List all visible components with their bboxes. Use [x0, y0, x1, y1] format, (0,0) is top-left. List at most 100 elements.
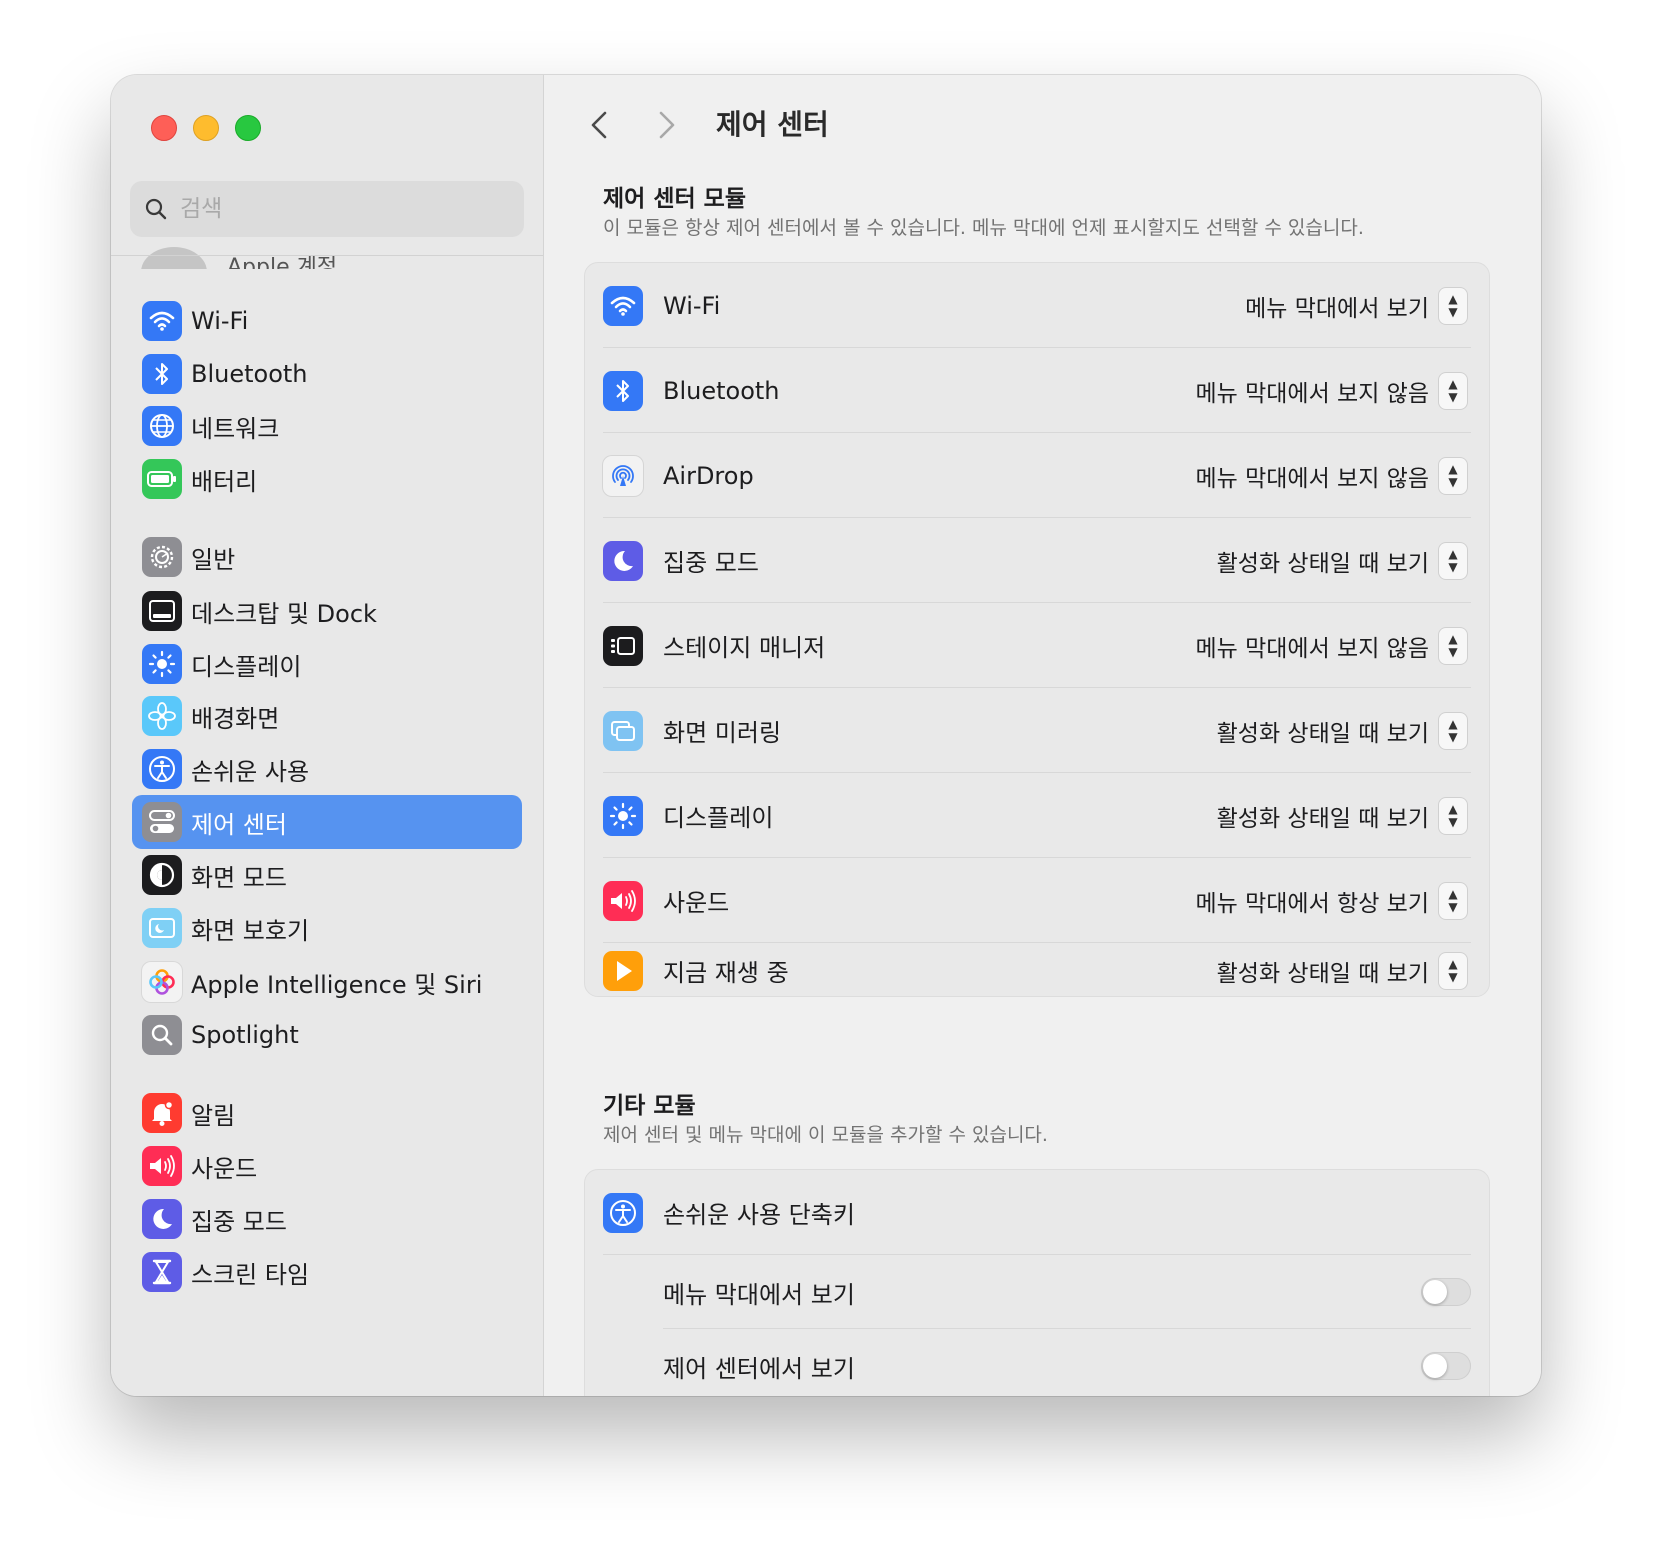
sidebar-item-control-center[interactable]: 제어 센터 — [132, 795, 522, 849]
show-in-control-center-toggle[interactable] — [1421, 1352, 1471, 1380]
flower-icon — [142, 696, 182, 736]
sidebar-divider — [111, 255, 543, 256]
module-label: Bluetooth — [663, 376, 780, 405]
sidebar-item-bluetooth[interactable]: Bluetooth — [132, 347, 522, 401]
magnifier-icon — [142, 1015, 182, 1055]
gear-icon — [142, 537, 182, 577]
module-row-now-playing: 지금 재생 중 활성화 상태일 때 보기 ▲ ▼ — [585, 943, 1489, 998]
hourglass-icon — [142, 1252, 182, 1292]
sidebar-item-accessibility[interactable]: 손쉬운 사용 — [132, 742, 522, 796]
sidebar-item-screen-time[interactable]: 스크린 타임 — [132, 1245, 522, 1299]
sidebar-item-spotlight[interactable]: Spotlight — [132, 1008, 522, 1062]
sidebar-item-screen-saver[interactable]: 화면 보호기 — [132, 901, 522, 955]
section-subtitle-cc-modules: 이 모듈은 항상 제어 센터에서 볼 수 있습니다. 메뉴 막대에 언제 표시할… — [603, 217, 1364, 239]
accessibility-icon — [142, 749, 182, 789]
sidebar-item-label: Apple Intelligence 및 Siri — [191, 970, 483, 999]
chevron-updown-icon[interactable]: ▲ ▼ — [1439, 712, 1467, 749]
module-row-bluetooth: Bluetooth 메뉴 막대에서 보지 않음 ▲ ▼ — [585, 348, 1489, 433]
forward-button[interactable] — [652, 105, 682, 145]
chevron-left-icon — [591, 111, 607, 139]
sidebar-item-label: Bluetooth — [191, 360, 308, 388]
bluetooth-icon — [603, 370, 643, 411]
module-visibility-select[interactable]: 활성화 상태일 때 보기 — [1217, 799, 1429, 833]
settings-window: Apple 계정 Wi-Fi Bluetooth — [111, 75, 1541, 1396]
sidebar-item-battery[interactable]: 배터리 — [132, 452, 522, 506]
cc-modules-group: Wi-Fi 메뉴 막대에서 보기 ▲ ▼ Bluetooth 메뉴 막대에서 보지… — [584, 262, 1490, 997]
chevron-updown-icon[interactable]: ▲ ▼ — [1439, 372, 1467, 409]
sun-icon — [142, 644, 182, 684]
search-input[interactable] — [178, 195, 502, 223]
sidebar-item-label: 화면 모드 — [191, 863, 287, 892]
sidebar-item-label: 디스플레이 — [191, 652, 302, 681]
option-row-show-in-control-center: 제어 센터에서 보기 — [585, 1329, 1489, 1396]
chevron-updown-icon[interactable]: ▲ ▼ — [1439, 952, 1467, 989]
chevron-updown-icon[interactable]: ▲ ▼ — [1439, 542, 1467, 579]
sidebar-item-label: 데스크탑 및 Dock — [191, 599, 377, 628]
apple-account-item[interactable]: Apple 계정 — [141, 243, 521, 269]
module-label: Wi-Fi — [663, 291, 721, 320]
chevron-updown-icon[interactable]: ▲ ▼ — [1439, 457, 1467, 494]
show-in-menu-bar-toggle[interactable] — [1421, 1278, 1471, 1306]
module-visibility-select[interactable]: 활성화 상태일 때 보기 — [1217, 954, 1429, 988]
chevron-updown-icon[interactable]: ▲ ▼ — [1439, 882, 1467, 919]
sidebar-item-wifi[interactable]: Wi-Fi — [132, 294, 522, 348]
search-field[interactable] — [130, 181, 524, 237]
module-visibility-select[interactable]: 메뉴 막대에서 보지 않음 — [1195, 374, 1429, 408]
module-visibility-select[interactable]: 메뉴 막대에서 항상 보기 — [1195, 884, 1429, 918]
chevron-updown-icon[interactable]: ▲ ▼ — [1439, 797, 1467, 834]
section-subtitle-other-modules: 제어 센터 및 메뉴 막대에 이 모듈을 추가할 수 있습니다. — [603, 1124, 1048, 1146]
chevron-updown-icon[interactable]: ▲ ▼ — [1439, 627, 1467, 664]
module-row-display: 디스플레이 활성화 상태일 때 보기 ▲ ▼ — [585, 773, 1489, 858]
avatar — [141, 247, 207, 269]
section-title-cc-modules: 제어 센터 모듈 — [603, 186, 746, 212]
module-label: 손쉬운 사용 단축키 — [663, 1201, 855, 1229]
module-visibility-select[interactable]: 메뉴 막대에서 보기 — [1245, 289, 1429, 323]
module-visibility-select[interactable]: 메뉴 막대에서 보지 않음 — [1195, 459, 1429, 493]
stage-manager-icon — [603, 625, 643, 666]
module-row-focus: 집중 모드 활성화 상태일 때 보기 ▲ ▼ — [585, 518, 1489, 603]
sidebar-item-label: Wi-Fi — [191, 307, 249, 335]
module-visibility-select[interactable]: 활성화 상태일 때 보기 — [1217, 714, 1429, 748]
module-visibility-select[interactable]: 메뉴 막대에서 보지 않음 — [1195, 629, 1429, 663]
sidebar-item-display[interactable]: 디스플레이 — [132, 637, 522, 691]
sidebar-item-wallpaper[interactable]: 배경화면 — [132, 689, 522, 743]
module-row-sound: 사운드 메뉴 막대에서 항상 보기 ▲ ▼ — [585, 858, 1489, 943]
airdrop-icon — [603, 455, 643, 496]
zoom-window-button[interactable] — [235, 115, 261, 141]
sidebar-item-notifications[interactable]: 알림 — [132, 1086, 522, 1140]
minimize-window-button[interactable] — [193, 115, 219, 141]
sidebar-item-apple-intelligence-siri[interactable]: Apple Intelligence 및 Siri — [132, 955, 522, 1009]
module-label: 화면 미러링 — [663, 719, 782, 747]
sidebar-item-focus[interactable]: 집중 모드 — [132, 1192, 522, 1246]
bluetooth-icon — [142, 354, 182, 394]
sidebar-item-appearance[interactable]: 화면 모드 — [132, 848, 522, 902]
sidebar-item-label: 배경화면 — [191, 704, 280, 733]
sidebar-item-label: 네트워크 — [191, 414, 280, 443]
wifi-icon — [142, 301, 182, 341]
back-button[interactable] — [584, 105, 614, 145]
chevron-updown-icon[interactable]: ▲ ▼ — [1439, 287, 1467, 324]
apple-account-label: Apple 계정 — [227, 255, 338, 269]
speaker-icon — [603, 880, 643, 921]
siri-icon — [142, 962, 182, 1002]
sidebar-item-label: 손쉬운 사용 — [191, 757, 310, 786]
close-window-button[interactable] — [151, 115, 177, 141]
bell-icon — [142, 1093, 182, 1133]
sidebar-item-label: 스크린 타임 — [191, 1260, 310, 1289]
option-label: 메뉴 막대에서 보기 — [663, 1280, 855, 1309]
accessibility-icon — [603, 1192, 643, 1233]
sidebar-item-general[interactable]: 일반 — [132, 530, 522, 584]
sidebar-item-desktop-dock[interactable]: 데스크탑 및 Dock — [132, 584, 522, 638]
module-label: 스테이지 매니저 — [663, 634, 826, 662]
module-visibility-select[interactable]: 활성화 상태일 때 보기 — [1217, 544, 1429, 578]
sidebar: Apple 계정 Wi-Fi Bluetooth — [111, 75, 544, 1396]
moon-icon — [142, 1199, 182, 1239]
play-icon — [603, 950, 643, 991]
battery-icon — [142, 459, 182, 499]
module-row-stage-manager: 스테이지 매니저 메뉴 막대에서 보지 않음 ▲ ▼ — [585, 603, 1489, 688]
sidebar-item-sound[interactable]: 사운드 — [132, 1139, 522, 1193]
sidebar-item-network[interactable]: 네트워크 — [132, 399, 522, 453]
module-label: 지금 재생 중 — [663, 959, 789, 987]
search-icon — [145, 198, 167, 220]
module-row-wifi: Wi-Fi 메뉴 막대에서 보기 ▲ ▼ — [585, 263, 1489, 348]
